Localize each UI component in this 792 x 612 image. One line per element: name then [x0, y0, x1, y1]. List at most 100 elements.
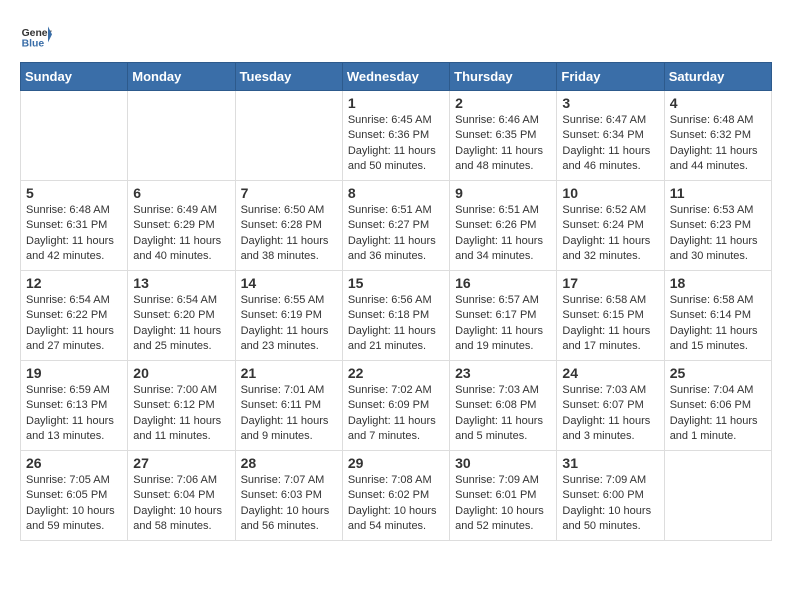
day-number: 28 [241, 455, 337, 471]
day-info: Sunrise: 6:47 AM Sunset: 6:34 PM Dayligh… [562, 113, 658, 175]
day-number: 23 [455, 365, 551, 381]
calendar-week-row: 19 Sunrise: 6:59 AM Sunset: 6:13 PM Dayli… [21, 361, 772, 451]
calendar-cell: 16 Sunrise: 6:57 AM Sunset: 6:17 PM Dayli… [450, 271, 557, 361]
day-number: 20 [133, 365, 229, 381]
day-info: Sunrise: 6:58 AM Sunset: 6:14 PM Dayligh… [670, 293, 766, 355]
calendar-cell: 12Sunrise: 6:54 AM Sunset: 6:22 PM Dayli… [21, 271, 128, 361]
day-number: 4 [670, 95, 766, 111]
calendar-cell: 6Sunrise: 6:49 AM Sunset: 6:29 PM Daylig… [128, 181, 235, 271]
calendar-cell [235, 91, 342, 181]
calendar-cell: 7 Sunrise: 6:50 AM Sunset: 6:28 PM Daylig… [235, 181, 342, 271]
day-number: 21 [241, 365, 337, 381]
day-info: Sunrise: 6:51 AM Sunset: 6:26 PM Dayligh… [455, 203, 551, 265]
day-number: 29 [348, 455, 444, 471]
day-number: 17 [562, 275, 658, 291]
day-number: 31 [562, 455, 658, 471]
day-info: Sunrise: 7:04 AM Sunset: 6:06 PM Dayligh… [670, 383, 766, 445]
day-info: Sunrise: 6:50 AM Sunset: 6:28 PM Dayligh… [241, 203, 337, 265]
calendar-cell: 14 Sunrise: 6:55 AM Sunset: 6:19 PM Dayli… [235, 271, 342, 361]
calendar-week-row: 5Sunrise: 6:48 AM Sunset: 6:31 PM Daylig… [21, 181, 772, 271]
day-number: 11 [670, 185, 766, 201]
day-info: Sunrise: 7:09 AM Sunset: 6:00 PM Dayligh… [562, 473, 658, 535]
day-info: Sunrise: 6:59 AM Sunset: 6:13 PM Dayligh… [26, 383, 122, 445]
weekday-header-saturday: Saturday [664, 63, 771, 91]
svg-text:Blue: Blue [22, 38, 45, 49]
day-info: Sunrise: 7:02 AM Sunset: 6:09 PM Dayligh… [348, 383, 444, 445]
day-info: Sunrise: 6:55 AM Sunset: 6:19 PM Dayligh… [241, 293, 337, 355]
calendar-cell: 17 Sunrise: 6:58 AM Sunset: 6:15 PM Dayli… [557, 271, 664, 361]
day-number: 30 [455, 455, 551, 471]
calendar-week-row: 1 Sunrise: 6:45 AM Sunset: 6:36 PM Daylig… [21, 91, 772, 181]
day-info: Sunrise: 6:52 AM Sunset: 6:24 PM Dayligh… [562, 203, 658, 265]
calendar-cell: 23 Sunrise: 7:03 AM Sunset: 6:08 PM Dayli… [450, 361, 557, 451]
calendar-cell: 15Sunrise: 6:56 AM Sunset: 6:18 PM Dayli… [342, 271, 449, 361]
day-info: Sunrise: 6:48 AM Sunset: 6:32 PM Dayligh… [670, 113, 766, 175]
calendar-cell: 20 Sunrise: 7:00 AM Sunset: 6:12 PM Dayli… [128, 361, 235, 451]
day-number: 18 [670, 275, 766, 291]
day-number: 6 [133, 185, 229, 201]
calendar-cell: 24Sunrise: 7:03 AM Sunset: 6:07 PM Dayli… [557, 361, 664, 451]
day-number: 8 [348, 185, 444, 201]
day-info: Sunrise: 7:09 AM Sunset: 6:01 PM Dayligh… [455, 473, 551, 535]
calendar-cell: 4 Sunrise: 6:48 AM Sunset: 6:32 PM Daylig… [664, 91, 771, 181]
calendar-week-row: 12Sunrise: 6:54 AM Sunset: 6:22 PM Dayli… [21, 271, 772, 361]
calendar-cell: 25 Sunrise: 7:04 AM Sunset: 6:06 PM Dayli… [664, 361, 771, 451]
day-number: 22 [348, 365, 444, 381]
calendar-cell: 28 Sunrise: 7:07 AM Sunset: 6:03 PM Dayli… [235, 451, 342, 541]
day-info: Sunrise: 7:01 AM Sunset: 6:11 PM Dayligh… [241, 383, 337, 445]
day-number: 14 [241, 275, 337, 291]
calendar-cell: 5Sunrise: 6:48 AM Sunset: 6:31 PM Daylig… [21, 181, 128, 271]
day-info: Sunrise: 6:58 AM Sunset: 6:15 PM Dayligh… [562, 293, 658, 355]
day-number: 25 [670, 365, 766, 381]
day-number: 26 [26, 455, 122, 471]
calendar-cell: 18 Sunrise: 6:58 AM Sunset: 6:14 PM Dayli… [664, 271, 771, 361]
calendar-week-row: 26 Sunrise: 7:05 AM Sunset: 6:05 PM Dayli… [21, 451, 772, 541]
day-info: Sunrise: 6:51 AM Sunset: 6:27 PM Dayligh… [348, 203, 444, 265]
weekday-header-friday: Friday [557, 63, 664, 91]
calendar-cell [21, 91, 128, 181]
calendar-cell: 13Sunrise: 6:54 AM Sunset: 6:20 PM Dayli… [128, 271, 235, 361]
day-info: Sunrise: 6:48 AM Sunset: 6:31 PM Dayligh… [26, 203, 122, 265]
calendar-cell [664, 451, 771, 541]
day-number: 2 [455, 95, 551, 111]
day-info: Sunrise: 6:45 AM Sunset: 6:36 PM Dayligh… [348, 113, 444, 175]
calendar-cell: 27Sunrise: 7:06 AM Sunset: 6:04 PM Dayli… [128, 451, 235, 541]
weekday-header-tuesday: Tuesday [235, 63, 342, 91]
day-info: Sunrise: 7:00 AM Sunset: 6:12 PM Dayligh… [133, 383, 229, 445]
day-number: 19 [26, 365, 122, 381]
day-number: 9 [455, 185, 551, 201]
calendar-cell: 31 Sunrise: 7:09 AM Sunset: 6:00 PM Dayli… [557, 451, 664, 541]
day-info: Sunrise: 7:05 AM Sunset: 6:05 PM Dayligh… [26, 473, 122, 535]
calendar-cell: 30 Sunrise: 7:09 AM Sunset: 6:01 PM Dayli… [450, 451, 557, 541]
weekday-header-thursday: Thursday [450, 63, 557, 91]
day-info: Sunrise: 6:57 AM Sunset: 6:17 PM Dayligh… [455, 293, 551, 355]
day-number: 1 [348, 95, 444, 111]
day-number: 12 [26, 275, 122, 291]
svg-text:General: General [22, 28, 52, 39]
calendar-cell: 21 Sunrise: 7:01 AM Sunset: 6:11 PM Dayli… [235, 361, 342, 451]
day-info: Sunrise: 7:03 AM Sunset: 6:08 PM Dayligh… [455, 383, 551, 445]
weekday-header-row: SundayMondayTuesdayWednesdayThursdayFrid… [21, 63, 772, 91]
calendar-cell: 26 Sunrise: 7:05 AM Sunset: 6:05 PM Dayli… [21, 451, 128, 541]
day-number: 10 [562, 185, 658, 201]
calendar-cell: 2 Sunrise: 6:46 AM Sunset: 6:35 PM Daylig… [450, 91, 557, 181]
day-info: Sunrise: 7:03 AM Sunset: 6:07 PM Dayligh… [562, 383, 658, 445]
day-info: Sunrise: 7:07 AM Sunset: 6:03 PM Dayligh… [241, 473, 337, 535]
logo: General Blue [20, 20, 52, 52]
calendar-cell: 19 Sunrise: 6:59 AM Sunset: 6:13 PM Dayli… [21, 361, 128, 451]
calendar-table: SundayMondayTuesdayWednesdayThursdayFrid… [20, 62, 772, 541]
weekday-header-monday: Monday [128, 63, 235, 91]
day-number: 27 [133, 455, 229, 471]
weekday-header-wednesday: Wednesday [342, 63, 449, 91]
day-number: 7 [241, 185, 337, 201]
calendar-cell: 29Sunrise: 7:08 AM Sunset: 6:02 PM Dayli… [342, 451, 449, 541]
day-number: 13 [133, 275, 229, 291]
weekday-header-sunday: Sunday [21, 63, 128, 91]
day-number: 16 [455, 275, 551, 291]
calendar-cell: 11Sunrise: 6:53 AM Sunset: 6:23 PM Dayli… [664, 181, 771, 271]
day-info: Sunrise: 6:46 AM Sunset: 6:35 PM Dayligh… [455, 113, 551, 175]
day-number: 3 [562, 95, 658, 111]
calendar-cell: 9 Sunrise: 6:51 AM Sunset: 6:26 PM Daylig… [450, 181, 557, 271]
calendar-cell: 10 Sunrise: 6:52 AM Sunset: 6:24 PM Dayli… [557, 181, 664, 271]
page-header: General Blue [20, 20, 772, 52]
